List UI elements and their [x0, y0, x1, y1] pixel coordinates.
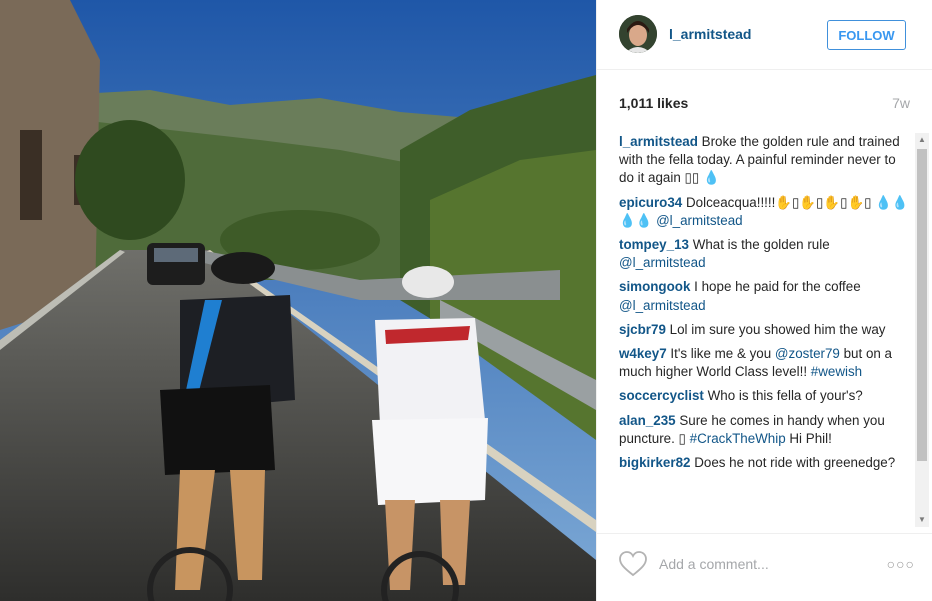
comment-text: I hope he paid for the coffee: [694, 279, 861, 295]
comments-list: l_armitstead Broke the golden rule and t…: [619, 133, 910, 531]
comment-hashtag[interactable]: #CrackTheWhip: [690, 431, 786, 446]
comment-text: Does he not ride with greenedge?: [694, 455, 896, 471]
comment-author[interactable]: bigkirker82: [619, 455, 690, 470]
comment-mention[interactable]: @l_armitstead: [619, 255, 706, 270]
comment-author[interactable]: alan_235: [619, 413, 676, 428]
comment-text: Lol im sure you showed him the way: [669, 321, 886, 337]
comment-item: simongook I hope he paid for the coffee …: [619, 278, 910, 314]
comment-text-cont: Hi Phil!: [789, 430, 832, 446]
comments-scrollbar[interactable]: ▲ ▼: [915, 133, 929, 527]
comment-author[interactable]: sjcbr79: [619, 322, 666, 337]
avatar-image: [619, 15, 657, 53]
comment-author[interactable]: w4key7: [619, 346, 667, 361]
comment-author[interactable]: simongook: [619, 279, 690, 294]
comment-item: l_armitstead Broke the golden rule and t…: [619, 133, 910, 188]
comment-mention[interactable]: @zoster79: [775, 346, 840, 361]
scrollbar-thumb[interactable]: [917, 149, 927, 461]
comment-author[interactable]: l_armitstead: [619, 134, 698, 149]
comment-item: tompey_13 What is the golden rule @l_arm…: [619, 236, 910, 272]
comment-item: epicuro34 Dolceacqua!!!!!✋▯✋▯✋▯✋▯ 💧💧💧💧 @…: [619, 194, 910, 230]
comment-mention[interactable]: @l_armitstead: [619, 298, 706, 313]
comment-author[interactable]: tompey_13: [619, 237, 689, 252]
avatar[interactable]: [619, 15, 657, 53]
comment-mention[interactable]: @l_armitstead: [656, 213, 743, 228]
comment-item: sjcbr79 Lol im sure you showed him the w…: [619, 321, 910, 339]
likes-count[interactable]: 1,011 likes: [619, 95, 688, 111]
post-footer: ○○○: [597, 533, 932, 601]
photo-illustration: [0, 0, 596, 601]
comment-author[interactable]: soccercyclist: [619, 388, 704, 403]
scroll-up-arrow-icon[interactable]: ▲: [915, 133, 929, 147]
post-header: l_armitstead FOLLOW: [597, 0, 932, 70]
post-photo[interactable]: [0, 0, 596, 601]
instagram-post: l_armitstead FOLLOW 1,011 likes 7w l_arm…: [0, 0, 932, 601]
comment-item: soccercyclist Who is this fella of your'…: [619, 387, 910, 405]
scroll-down-arrow-icon[interactable]: ▼: [915, 513, 929, 527]
post-details-panel: l_armitstead FOLLOW 1,011 likes 7w l_arm…: [596, 0, 932, 601]
comment-text: What is the golden rule: [692, 237, 830, 253]
comment-item: alan_235 Sure he comes in handy when you…: [619, 412, 910, 448]
comment-author[interactable]: epicuro34: [619, 195, 682, 210]
more-options-icon[interactable]: ○○○: [887, 556, 915, 572]
follow-button[interactable]: FOLLOW: [827, 20, 906, 50]
heart-icon[interactable]: [619, 551, 647, 577]
comment-item: bigkirker82 Does he not ride with greene…: [619, 454, 910, 472]
post-username[interactable]: l_armitstead: [669, 26, 751, 42]
comment-text: It's like me & you: [670, 346, 772, 362]
add-comment-input[interactable]: [657, 550, 881, 578]
comment-hashtag[interactable]: #wewish: [811, 364, 862, 379]
comment-item: w4key7 It's like me & you @zoster79 but …: [619, 345, 910, 381]
post-age[interactable]: 7w: [892, 95, 910, 111]
comment-text: Who is this fella of your's?: [707, 388, 863, 404]
